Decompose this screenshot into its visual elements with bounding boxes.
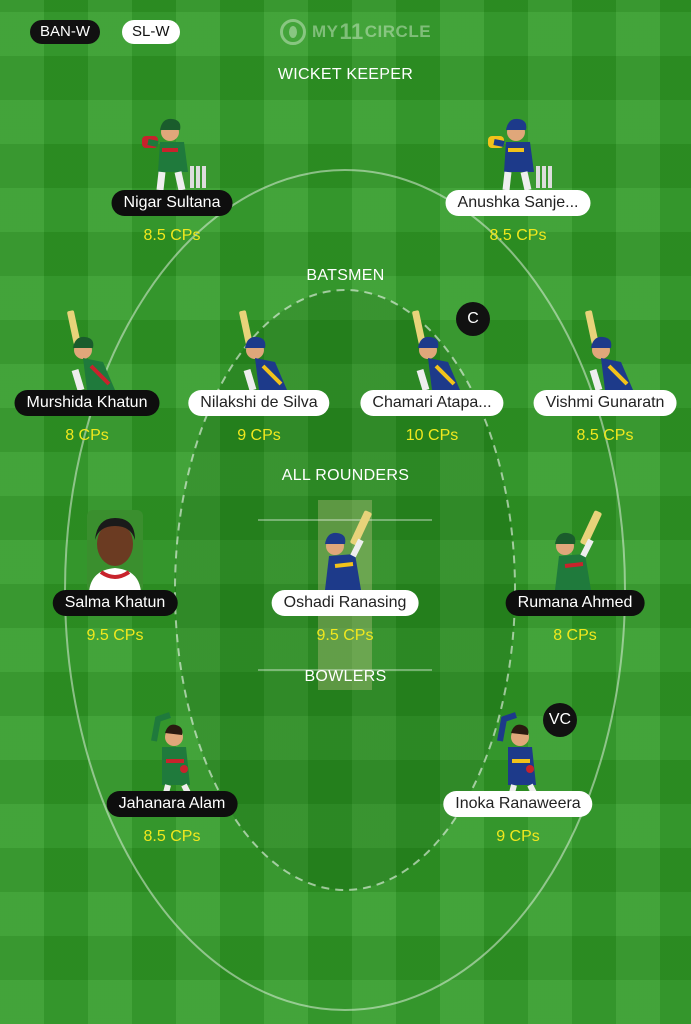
player-credits: 9 CPs bbox=[496, 828, 540, 845]
team-a-pill[interactable]: BAN-W bbox=[30, 20, 100, 44]
player-card-salma-khatun[interactable]: Salma Khatun 9.5 CPs bbox=[30, 510, 200, 660]
player-name: Nilakshi de Silva bbox=[188, 390, 330, 416]
player-name: Murshida Khatun bbox=[14, 390, 160, 416]
wicketkeeper-icon bbox=[122, 110, 222, 192]
logo-prefix: MY bbox=[312, 22, 339, 41]
player-name: Nigar Sultana bbox=[111, 190, 233, 216]
allrounder-icon bbox=[525, 510, 625, 592]
section-title-wicket-keeper: WICKET KEEPER bbox=[277, 66, 414, 83]
player-card-rumana-ahmed[interactable]: Rumana Ahmed 8 CPs bbox=[490, 510, 660, 660]
vice-captain-badge: VC bbox=[543, 703, 577, 737]
cricket-field: BAN-W SL-W MY 11 CIRCLE WICKET KEEPER BA… bbox=[0, 0, 691, 1024]
player-credits: 8.5 CPs bbox=[576, 427, 634, 444]
section-title-bowlers: BOWLERS bbox=[304, 668, 387, 685]
player-credits: 8.5 CPs bbox=[143, 828, 201, 845]
logo-number: 11 bbox=[339, 19, 364, 44]
logo-suffix: CIRCLE bbox=[364, 22, 432, 41]
player-card-murshida-khatun[interactable]: Murshida Khatun 8 CPs bbox=[2, 310, 172, 460]
batsman-icon bbox=[209, 310, 309, 392]
section-title-all-rounders: ALL ROUNDERS bbox=[281, 467, 410, 484]
player-credits: 8 CPs bbox=[65, 427, 109, 444]
player-name: Salma Khatun bbox=[52, 590, 178, 616]
player-card-inoka-ranaweera[interactable]: Inoka Ranaweera 9 CPs VC bbox=[433, 703, 603, 861]
player-credits: 9.5 CPs bbox=[316, 627, 374, 644]
allrounder-icon bbox=[295, 510, 395, 592]
batsman-icon bbox=[555, 310, 655, 392]
player-card-jahanara-alam[interactable]: Jahanara Alam 8.5 CPs bbox=[87, 711, 257, 861]
player-card-vishmi-gunaratne[interactable]: Vishmi Gunaratn 8.5 CPs bbox=[520, 310, 690, 460]
player-card-oshadi-ranasinghe[interactable]: Oshadi Ranasing 9.5 CPs bbox=[260, 510, 430, 660]
player-card-nigar-sultana[interactable]: Nigar Sultana 8.5 CPs bbox=[87, 110, 257, 260]
player-name: Inoka Ranaweera bbox=[443, 791, 593, 817]
player-name: Chamari Atapa... bbox=[360, 390, 504, 416]
player-credits: 8 CPs bbox=[553, 627, 597, 644]
player-photo bbox=[65, 510, 165, 592]
player-card-anushka-sanjeewani[interactable]: Anushka Sanje... 8.5 CPs bbox=[433, 110, 603, 260]
captain-badge: C bbox=[456, 302, 490, 336]
team-b-pill[interactable]: SL-W bbox=[122, 20, 180, 44]
player-credits: 9 CPs bbox=[237, 427, 281, 444]
player-name: Vishmi Gunaratn bbox=[533, 390, 677, 416]
player-credits: 9.5 CPs bbox=[86, 627, 144, 644]
my11circle-logo: MY 11 CIRCLE bbox=[280, 16, 431, 48]
bowler-icon bbox=[122, 711, 222, 793]
player-name: Oshadi Ranasing bbox=[271, 590, 419, 616]
wicketkeeper-icon bbox=[468, 110, 568, 192]
player-name: Jahanara Alam bbox=[106, 791, 238, 817]
batsman-icon bbox=[37, 310, 137, 392]
player-name: Anushka Sanje... bbox=[445, 190, 591, 216]
player-credits: 8.5 CPs bbox=[489, 227, 547, 244]
player-name: Rumana Ahmed bbox=[505, 590, 645, 616]
player-card-chamari-atapattu[interactable]: Chamari Atapa... 10 CPs C bbox=[347, 302, 517, 460]
player-card-nilakshi-de-silva[interactable]: Nilakshi de Silva 9 CPs bbox=[174, 310, 344, 460]
logo-mark-icon bbox=[280, 19, 306, 45]
player-credits: 10 CPs bbox=[405, 427, 459, 444]
section-title-batsmen: BATSMEN bbox=[306, 267, 385, 284]
player-credits: 8.5 CPs bbox=[143, 227, 201, 244]
